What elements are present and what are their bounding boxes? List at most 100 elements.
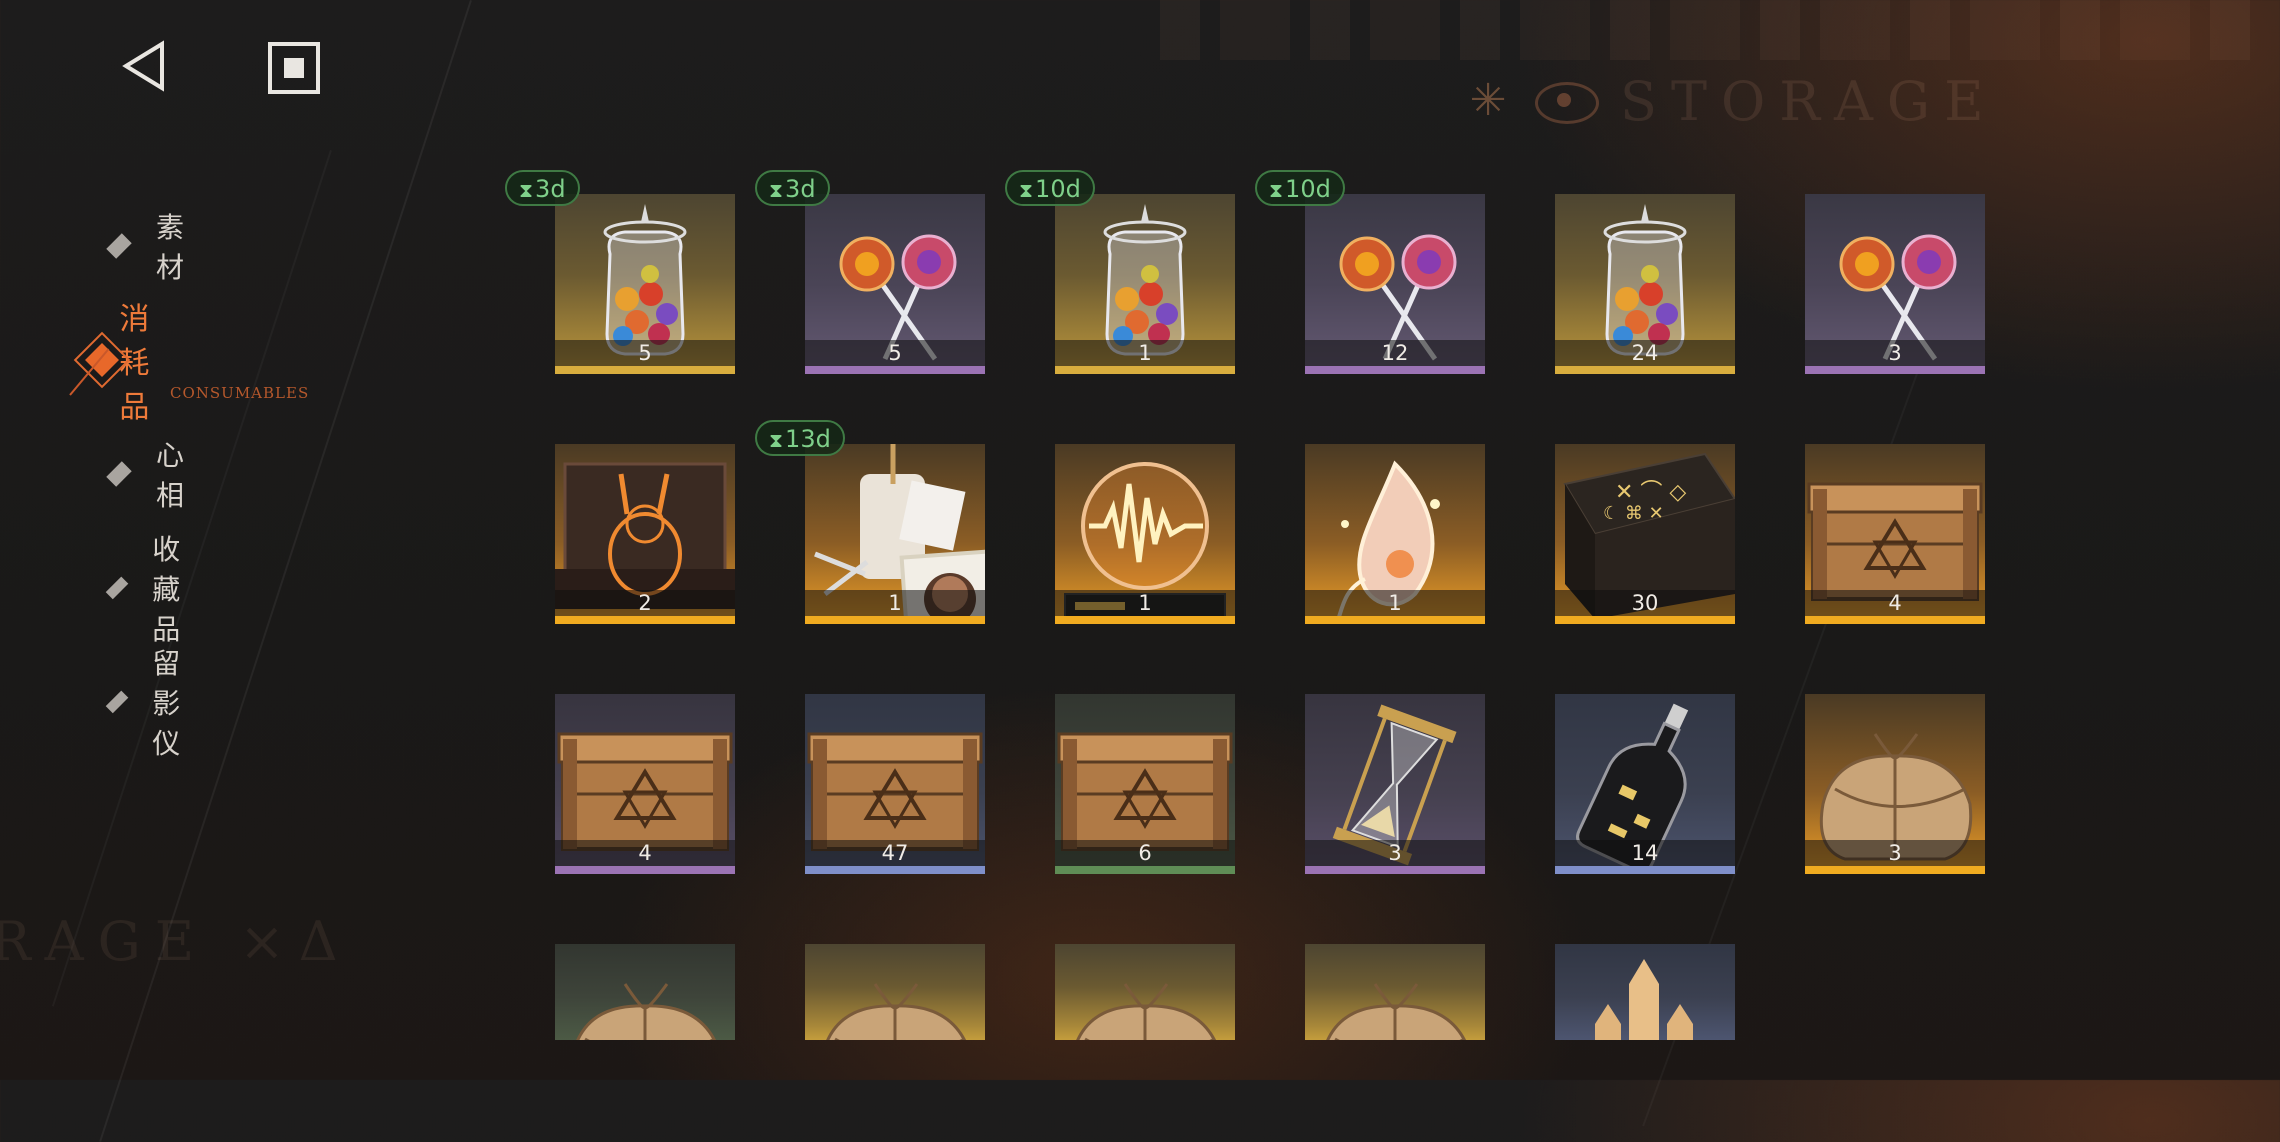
svg-text:✕ ⌒ ◇: ✕ ⌒ ◇ [1615, 480, 1686, 505]
item-card-background [1305, 944, 1485, 1040]
rarity-bar [1055, 366, 1235, 374]
top-decoration [1160, 0, 2260, 60]
timer-text: 3d [785, 175, 816, 203]
square-icon-center [284, 58, 304, 78]
back-button[interactable] [120, 40, 172, 92]
inventory-item-lollipops[interactable]: 5 ⧗3d [755, 170, 985, 374]
diamond-icon [106, 461, 132, 487]
inventory-item-sand-castle[interactable] [1555, 944, 1735, 1040]
home-square-button[interactable] [268, 42, 320, 94]
rarity-bar [1305, 866, 1485, 874]
item-quantity: 4 [1805, 590, 1985, 616]
storage-watermark-bottom: RAGE ×Δ [0, 910, 352, 973]
rarity-bar [1305, 616, 1485, 624]
item-quantity: 5 [805, 340, 985, 366]
inventory-item-crate[interactable]: 6 [1055, 694, 1235, 874]
hourglass-icon: ⧗ [1269, 178, 1284, 202]
sidebar-item-consumables[interactable]: 消耗品 [69, 302, 176, 425]
item-quantity: 1 [1055, 590, 1235, 616]
parcel-icon [1076, 983, 1216, 1040]
sidebar-item-label: 心相 [155, 439, 186, 512]
inventory-item-rune-table[interactable]: ✕ ⌒ ◇ ☾ ⌘ ✕ 30 [1555, 444, 1735, 624]
item-quantity: 47 [805, 840, 985, 866]
rarity-bar [1055, 616, 1235, 624]
expiry-timer-badge: ⧗10d [1005, 170, 1095, 206]
item-quantity: 12 [1305, 340, 1485, 366]
inventory-item-soundwave-orb[interactable]: 1 [1055, 444, 1235, 624]
rarity-bar [1555, 866, 1735, 874]
sidebar-item-projector[interactable]: 留影仪 [104, 647, 194, 760]
inventory-item-parcel[interactable] [805, 944, 985, 1040]
sidebar-item-materials[interactable]: 素材 [104, 211, 194, 284]
storage-watermark: STORAGE [1620, 70, 1998, 133]
sidebar-item-sublabel: CONSUMABLES [170, 384, 310, 402]
expiry-timer-badge: ⧗3d [755, 170, 830, 206]
rarity-bar [805, 366, 985, 374]
rarity-bar [555, 366, 735, 374]
diamond-icon [106, 233, 132, 259]
sidebar-item-psyche[interactable]: 心相 [104, 439, 194, 512]
item-quantity: 4 [555, 840, 735, 866]
inventory-item-hourglass[interactable]: 3 [1305, 694, 1485, 874]
inventory-item-candy-jar[interactable]: 5 ⧗3d [505, 170, 735, 374]
sidebar-item-label: 素材 [155, 211, 186, 284]
sidebar-item-collectibles[interactable]: 收藏品 [104, 533, 194, 646]
rarity-bar [1805, 616, 1985, 624]
item-card-background [555, 944, 735, 1040]
sidebar-item-label: 收藏品 [152, 533, 183, 646]
inventory-item-parcel[interactable]: 3 [1805, 694, 1985, 874]
item-card-background [805, 944, 985, 1040]
inventory-item-candy-jar[interactable]: 24 [1555, 194, 1735, 374]
timer-text: 13d [785, 425, 831, 453]
rarity-bar [805, 616, 985, 624]
hourglass-icon: ⧗ [769, 178, 784, 202]
rarity-bar [1055, 866, 1235, 874]
inventory-item-crate[interactable]: 47 [805, 694, 985, 874]
rarity-bar [805, 866, 985, 874]
back-triangle-icon [122, 40, 164, 92]
rarity-bar [1805, 366, 1985, 374]
inventory-item-bottle[interactable]: 14 [1555, 694, 1735, 874]
item-quantity: 2 [555, 590, 735, 616]
inventory-item-outfit-portrait[interactable]: 1 ⧗13d [755, 420, 985, 624]
inventory-item-rabbit-figure-box[interactable]: 2 [555, 444, 735, 624]
inventory-item-parcel[interactable] [555, 944, 735, 1040]
rarity-bar [555, 866, 735, 874]
item-card-background [1555, 944, 1735, 1040]
item-quantity: 1 [1305, 590, 1485, 616]
inventory-item-crate[interactable]: 4 [1805, 444, 1985, 624]
rarity-bar [1805, 866, 1985, 874]
sun-emblem-icon: ✳ [1469, 75, 1507, 126]
inventory-item-parcel[interactable] [1055, 944, 1235, 1040]
expiry-timer-badge: ⧗10d [1255, 170, 1345, 206]
inventory-item-parcel[interactable] [1305, 944, 1485, 1040]
inventory-item-crate[interactable]: 4 [555, 694, 735, 874]
sidebar-item-label: 留影仪 [152, 647, 183, 760]
expiry-timer-badge: ⧗3d [505, 170, 580, 206]
svg-text:☾ ⌘ ✕: ☾ ⌘ ✕ [1603, 503, 1664, 524]
inventory-item-lollipops[interactable]: 3 [1805, 194, 1985, 374]
parcel-icon [576, 983, 716, 1040]
inventory-item-candy-jar[interactable]: 1 ⧗10d [1005, 170, 1235, 374]
parcel-icon [826, 983, 966, 1040]
eye-emblem-icon [1535, 82, 1599, 124]
item-card-background [1055, 944, 1235, 1040]
hourglass-icon: ⧗ [769, 428, 784, 452]
active-diamond-icon [69, 330, 131, 396]
item-quantity: 1 [1055, 340, 1235, 366]
item-quantity: 6 [1055, 840, 1235, 866]
inventory-item-lollipops[interactable]: 12 ⧗10d [1255, 170, 1485, 374]
rarity-bar [1555, 616, 1735, 624]
rarity-bar [1305, 366, 1485, 374]
diamond-icon [105, 576, 129, 600]
inventory-item-glowing-flower[interactable]: 1 [1305, 444, 1485, 624]
parcel-icon [1326, 983, 1466, 1040]
item-quantity: 1 [805, 590, 985, 616]
rarity-bar [1555, 366, 1735, 374]
item-quantity: 30 [1555, 590, 1735, 616]
expiry-timer-badge: ⧗13d [755, 420, 845, 456]
hourglass-icon: ⧗ [1019, 178, 1034, 202]
hourglass-icon: ⧗ [519, 178, 534, 202]
item-quantity: 3 [1805, 340, 1985, 366]
timer-text: 3d [535, 175, 566, 203]
